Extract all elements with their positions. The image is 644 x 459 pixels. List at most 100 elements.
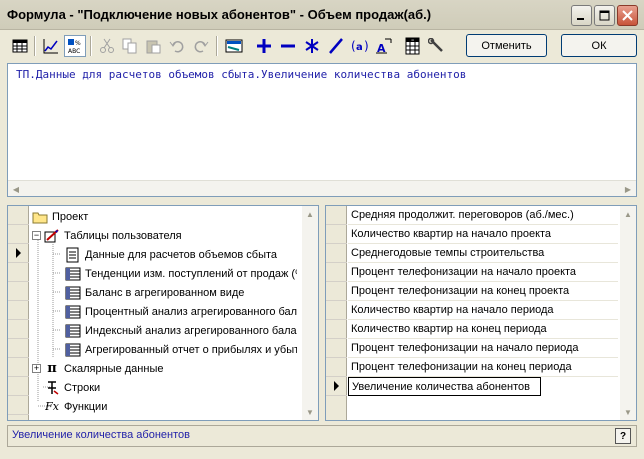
status-bar: Увеличение количества абонентов ? [7, 425, 637, 447]
tree-item-project[interactable]: Проект [32, 207, 88, 226]
cut-button[interactable] [96, 35, 118, 57]
paste-button[interactable] [142, 35, 164, 57]
minus-icon [281, 44, 295, 48]
screen-icon [225, 39, 243, 53]
plus-icon [257, 39, 271, 53]
scale-button[interactable]: % ABC [64, 35, 86, 57]
list-item[interactable]: Средняя продолжит. переговоров (аб./мес.… [348, 206, 618, 225]
list-item[interactable]: Количество квартир на начало периода [348, 301, 618, 320]
calendar-button[interactable]: = [402, 35, 424, 57]
copy-icon [122, 38, 137, 54]
tree-item-strings[interactable]: Строки [44, 378, 100, 397]
minus-button[interactable] [277, 35, 299, 57]
scroll-down-icon[interactable]: ▼ [620, 404, 636, 420]
svg-text:ABC: ABC [68, 48, 80, 54]
scroll-down-icon[interactable]: ▼ [302, 404, 318, 420]
tree-item-user-tables[interactable]: − Таблицы пользователя [32, 226, 182, 245]
tree-item-balance[interactable]: Баланс в агрегированном виде [65, 283, 244, 302]
a-arrow-icon: A [376, 38, 392, 54]
close-button[interactable] [617, 5, 638, 26]
a-paren-icon: (a) [351, 39, 369, 53]
undo-button[interactable] [166, 35, 188, 57]
help-button[interactable]: ? [615, 428, 631, 444]
list-item[interactable]: Количество квартир на конец периода [348, 320, 618, 339]
window-title: Формула - "Подключение новых абонентов" … [7, 7, 432, 22]
tree-item-scalar-data[interactable]: + π Скалярные данные [32, 359, 163, 378]
svg-text:): ) [364, 39, 369, 53]
undo-icon [169, 41, 184, 53]
tree-item-sales-data[interactable]: Данные для расчетов объемов сбыта [65, 245, 277, 264]
triangle-right-icon [334, 381, 339, 391]
toolbar: % ABC (a) A = Отменить ОК [0, 30, 644, 63]
formula-text[interactable]: ТП.Данные для расчетов объемов сбыта.Уве… [16, 68, 466, 81]
list-item[interactable]: Процент телефонизации на начало проекта [348, 263, 618, 282]
divide-button[interactable] [325, 35, 347, 57]
parentheses-button[interactable]: (a) [349, 35, 371, 57]
collapse-toggle-icon[interactable]: − [32, 231, 41, 240]
ok-button[interactable]: ОК [561, 34, 637, 57]
items-list-panel: Средняя продолжит. переговоров (аб./мес.… [325, 205, 637, 421]
table-doc-icon [65, 266, 81, 282]
formula-editor[interactable]: ТП.Данные для расчетов объемов сбыта.Уве… [7, 63, 637, 197]
list-item-selected[interactable]: Увеличение количества абонентов [348, 377, 541, 396]
list-item[interactable]: Процент телефонизации на конец периода [348, 358, 618, 377]
copy-button[interactable] [119, 35, 141, 57]
maximize-icon [599, 10, 610, 21]
svg-text:A: A [377, 42, 386, 54]
tables-icon [44, 228, 60, 244]
source-tree-panel: Проект − Таблицы пользователя Данные для… [7, 205, 319, 421]
list-vertical-scrollbar[interactable]: ▲ ▼ [620, 206, 636, 420]
scroll-up-icon[interactable]: ▲ [302, 206, 318, 222]
insert-name-button[interactable]: A [373, 35, 395, 57]
table-doc-icon [65, 285, 81, 301]
svg-text:(: ( [351, 39, 356, 53]
expand-toggle-icon[interactable]: + [32, 364, 41, 373]
list-current-row-marker [326, 377, 347, 396]
close-icon [622, 10, 633, 21]
function-icon: Fx [45, 400, 59, 413]
scroll-right-icon[interactable]: ▶ [620, 181, 636, 197]
cancel-button[interactable]: Отменить [466, 34, 547, 57]
asterisk-icon [305, 39, 319, 53]
list-item[interactable]: Процент телефонизации на начало периода [348, 339, 618, 358]
redo-icon [194, 41, 209, 53]
tree-item-index-analysis[interactable]: Индексный анализ агрегированного бала [65, 321, 297, 340]
tree-vertical-scrollbar[interactable]: ▲ ▼ [302, 206, 318, 420]
calendar-icon: = [405, 37, 420, 55]
multiply-button[interactable] [301, 35, 323, 57]
title-bar[interactable]: Формула - "Подключение новых абонентов" … [0, 0, 644, 30]
redo-button[interactable] [190, 35, 212, 57]
chart-icon [43, 39, 58, 54]
svg-text:=: = [411, 38, 414, 43]
list-item[interactable]: Среднегодовые темпы строительства [348, 244, 618, 263]
current-row-marker [8, 244, 29, 263]
list-gutter [326, 206, 347, 420]
string-icon [44, 380, 60, 396]
status-text: Увеличение количества абонентов [12, 429, 190, 441]
tree-item-profit-report[interactable]: Агрегированный отчет о прибылях и убытк [65, 340, 297, 359]
minimize-button[interactable] [571, 5, 592, 26]
table-button[interactable] [9, 35, 31, 57]
plus-button[interactable] [253, 35, 275, 57]
paste-icon [146, 40, 161, 54]
minimize-icon [577, 18, 584, 20]
cut-icon [100, 38, 114, 53]
tree-item-functions[interactable]: Fx Функции [44, 397, 107, 416]
list-item[interactable]: Количество квартир на начало проекта [348, 225, 618, 244]
editor-horizontal-scrollbar[interactable]: ◀ ▶ [8, 180, 636, 196]
scale-icon: %ABC [68, 39, 81, 54]
settings-button[interactable] [425, 35, 447, 57]
scroll-up-icon[interactable]: ▲ [620, 206, 636, 222]
tree-item-trends[interactable]: Тенденции изм. поступлений от продаж (% [65, 264, 297, 283]
screen-button[interactable] [223, 35, 245, 57]
table-doc-icon [65, 304, 81, 320]
chart-button[interactable] [40, 35, 62, 57]
scroll-left-icon[interactable]: ◀ [8, 181, 24, 197]
list-item[interactable]: Процент телефонизации на конец проекта [348, 282, 618, 301]
svg-text:a: a [356, 42, 363, 53]
tree-gutter [8, 206, 29, 420]
wrench-icon [428, 38, 443, 52]
maximize-button[interactable] [594, 5, 615, 26]
folder-icon [32, 209, 48, 225]
tree-item-percent-analysis[interactable]: Процентный анализ агрегированного бала [65, 302, 297, 321]
